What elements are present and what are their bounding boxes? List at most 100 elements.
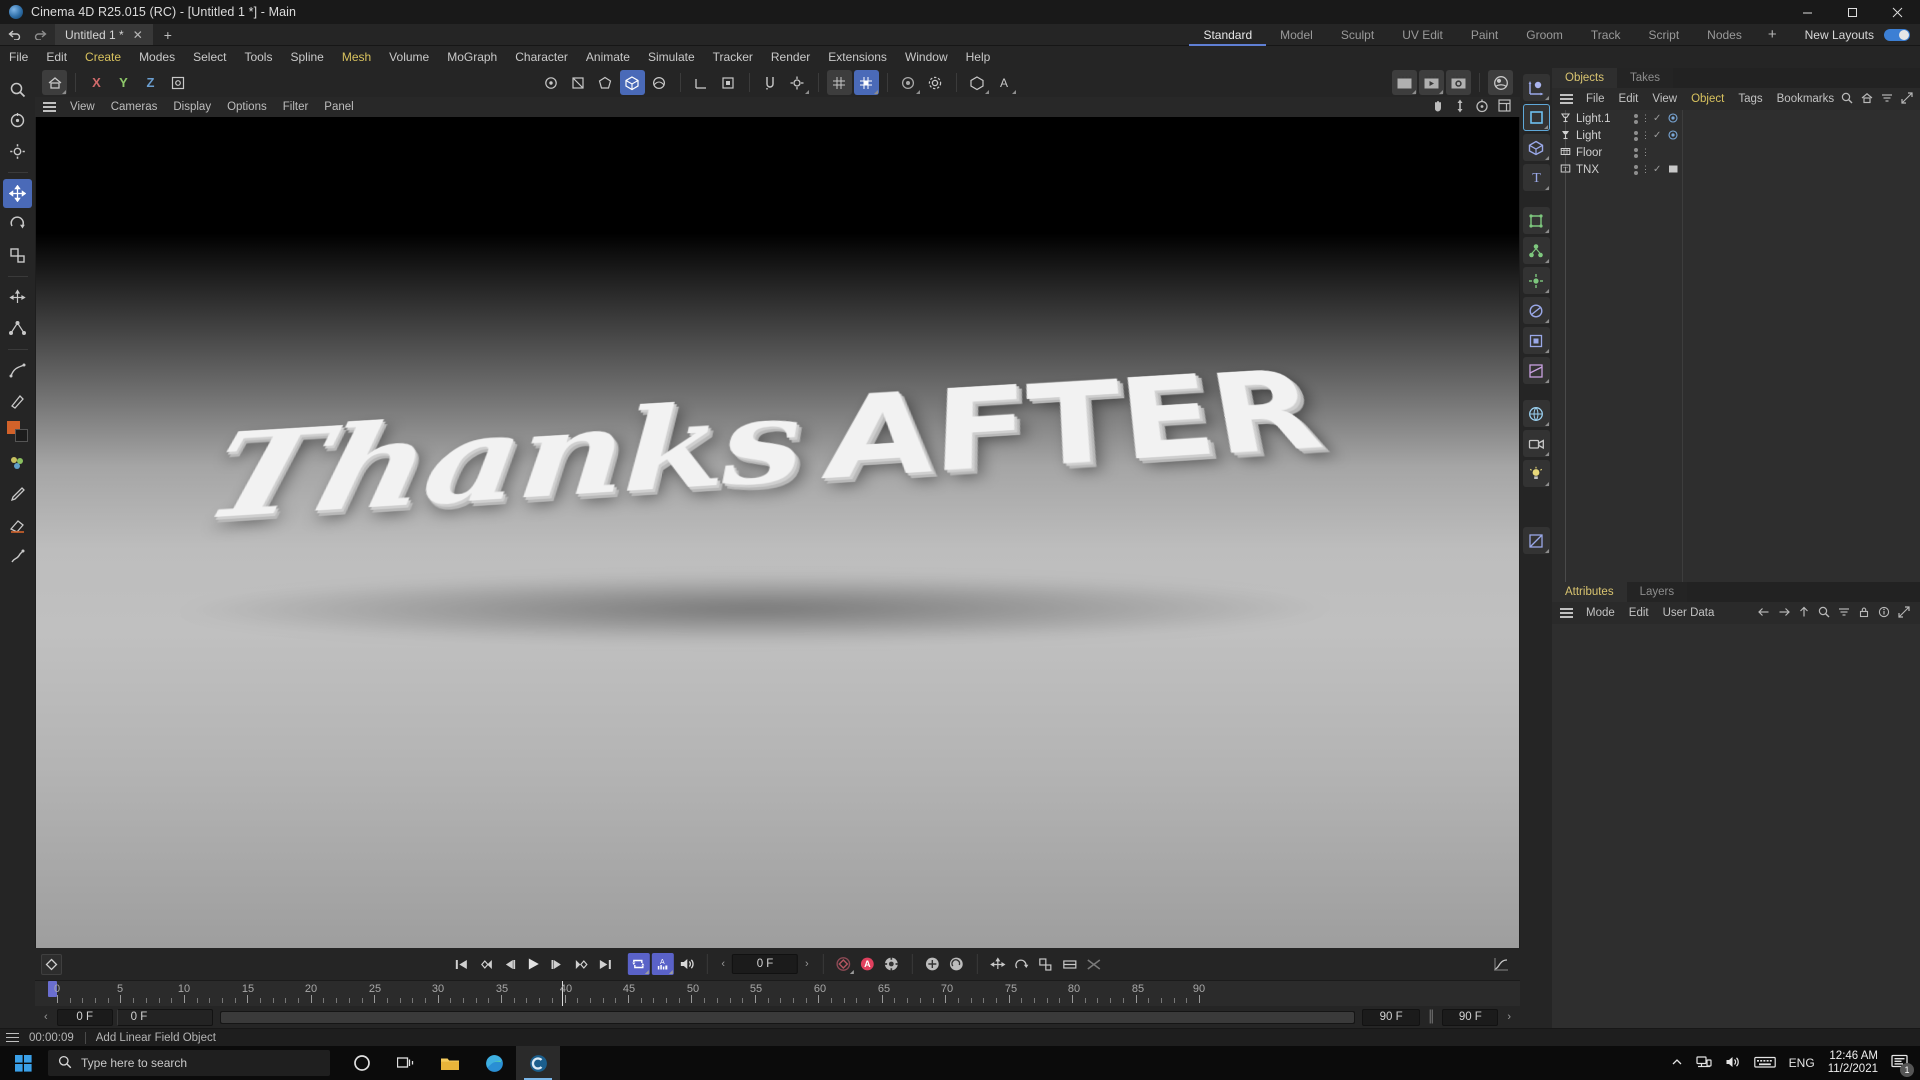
sound-toggle-button[interactable]: [675, 953, 697, 975]
text-object-button[interactable]: T: [1522, 164, 1550, 191]
attribute-manager-hamburger-icon[interactable]: [1556, 608, 1579, 618]
om-menu-edit[interactable]: Edit: [1612, 88, 1646, 110]
layout-tab-script[interactable]: Script: [1634, 24, 1693, 46]
lock-icon[interactable]: [1858, 606, 1870, 621]
add-text-button[interactable]: A: [992, 70, 1017, 95]
menu-mesh[interactable]: Mesh: [333, 46, 380, 68]
add-layout-button[interactable]: +: [1756, 24, 1789, 46]
keyframe-selection-button[interactable]: [881, 953, 903, 975]
start-button[interactable]: [0, 1046, 46, 1080]
viewport-menu-panel[interactable]: Panel: [316, 97, 361, 117]
om-menu-view[interactable]: View: [1645, 88, 1684, 110]
visibility-dots-icon[interactable]: [1634, 147, 1638, 158]
preview-end-field[interactable]: 90 F: [1442, 1008, 1499, 1026]
visibility-dots-icon[interactable]: [1634, 113, 1638, 124]
light-tag-icon[interactable]: [1668, 129, 1678, 143]
enable-axis-button[interactable]: [689, 70, 714, 95]
expand-chevron-icon[interactable]: ⋮: [1641, 113, 1650, 124]
menu-edit[interactable]: Edit: [37, 46, 76, 68]
keyboard-layout-icon[interactable]: [1753, 1055, 1776, 1072]
search-icon[interactable]: [1841, 92, 1853, 107]
filter-icon[interactable]: [1881, 92, 1893, 107]
record-keyframe-button[interactable]: [1392, 70, 1417, 95]
menu-render[interactable]: Render: [762, 46, 819, 68]
range-scroll-right-icon[interactable]: ›: [1502, 1011, 1516, 1023]
position-key-button[interactable]: [922, 953, 944, 975]
show-hidden-icons-icon[interactable]: [1671, 1056, 1683, 1071]
preview-start-field[interactable]: 0 F: [116, 1008, 213, 1026]
home-icon[interactable]: [1861, 92, 1873, 107]
taskbar-search-box[interactable]: Type here to search: [48, 1050, 330, 1076]
viewport-solo-button[interactable]: [716, 70, 741, 95]
redo-icon[interactable]: [33, 29, 47, 40]
autokey-diamond-button[interactable]: [41, 953, 62, 975]
viewport-menu-options[interactable]: Options: [219, 97, 275, 117]
menu-create[interactable]: Create: [76, 46, 130, 68]
live-selection-tool[interactable]: [3, 75, 32, 104]
eraser-tool[interactable]: [3, 511, 32, 540]
om-menu-tags[interactable]: Tags: [1731, 88, 1769, 110]
menu-modes[interactable]: Modes: [130, 46, 184, 68]
menu-spline[interactable]: Spline: [281, 46, 332, 68]
tab-layers[interactable]: Layers: [1626, 582, 1688, 602]
content-browser-button[interactable]: [1488, 70, 1513, 95]
am-menu-mode[interactable]: Mode: [1579, 602, 1622, 624]
undo-icon[interactable]: [8, 29, 22, 40]
menu-select[interactable]: Select: [184, 46, 235, 68]
layout-tab-standard[interactable]: Standard: [1189, 24, 1267, 46]
taskbar-clock[interactable]: 12:46 AM 11/2/2021: [1828, 1050, 1878, 1076]
render-view-button[interactable]: [896, 70, 921, 95]
point-level-anim-button[interactable]: [1059, 953, 1081, 975]
paint-tool[interactable]: [3, 449, 32, 478]
param-key-button[interactable]: [1011, 953, 1033, 975]
3d-viewport[interactable]: Thanks AFTER: [36, 117, 1519, 948]
menu-character[interactable]: Character: [506, 46, 577, 68]
simulation-button[interactable]: [1522, 267, 1550, 294]
go-to-start-button[interactable]: [450, 953, 472, 975]
cinema4d-taskbar-icon[interactable]: [516, 1046, 560, 1080]
material-button[interactable]: [1522, 527, 1550, 554]
knife-tool[interactable]: [3, 387, 32, 416]
maximize-viewport-icon[interactable]: [1498, 99, 1511, 115]
cortana-icon[interactable]: [340, 1046, 384, 1080]
timeline-ruler[interactable]: 0 5 10 15 20 25 30 35 40 45 50 55 60 65 …: [35, 980, 1520, 1006]
loop-selection-tool[interactable]: [3, 106, 32, 135]
language-indicator[interactable]: ENG: [1789, 1056, 1815, 1070]
axis-object-button[interactable]: [1522, 74, 1550, 101]
spline-button[interactable]: [1522, 297, 1550, 324]
light-button[interactable]: [1522, 460, 1550, 487]
go-to-end-button[interactable]: [594, 953, 616, 975]
expand-chevron-icon[interactable]: ⋮: [1641, 147, 1650, 158]
om-menu-bookmarks[interactable]: Bookmarks: [1770, 88, 1842, 110]
start-frame-field[interactable]: 0 F: [56, 1008, 113, 1026]
sound-scrub-button[interactable]: A: [651, 953, 674, 975]
status-hamburger-icon[interactable]: [0, 1032, 25, 1043]
color-swatches[interactable]: [6, 421, 29, 443]
play-animation-button[interactable]: [1419, 70, 1444, 95]
polygon-mode-button[interactable]: [593, 70, 618, 95]
previous-frame-button[interactable]: [498, 953, 520, 975]
filter-icon[interactable]: [1838, 606, 1850, 621]
previous-keyframe-button[interactable]: [474, 953, 496, 975]
expand-panel-icon[interactable]: [1898, 605, 1910, 621]
world-object-coordinate-button[interactable]: [165, 70, 190, 95]
next-keyframe-button[interactable]: [570, 953, 592, 975]
model-mode-button[interactable]: [619, 70, 645, 95]
om-menu-file[interactable]: File: [1579, 88, 1612, 110]
scale-key-button[interactable]: [1035, 953, 1057, 975]
lock-z-axis-button[interactable]: Z: [138, 70, 163, 95]
layout-tab-track[interactable]: Track: [1577, 24, 1635, 46]
lock-y-axis-button[interactable]: Y: [111, 70, 136, 95]
animation-settings-button[interactable]: [1446, 70, 1471, 95]
edge-mode-button[interactable]: [566, 70, 591, 95]
move-axis-tool[interactable]: [3, 283, 32, 312]
texture-mode-button[interactable]: [647, 70, 672, 95]
volume-button[interactable]: [1522, 327, 1550, 354]
viewport-menu-display[interactable]: Display: [165, 97, 219, 117]
forward-arrow-icon[interactable]: [1778, 606, 1790, 621]
menu-mograph[interactable]: MoGraph: [438, 46, 506, 68]
pla-key-button[interactable]: [987, 953, 1009, 975]
attribute-content-area[interactable]: [1552, 624, 1920, 1028]
camera-button[interactable]: [1522, 400, 1550, 427]
minimize-button[interactable]: [1785, 0, 1830, 24]
